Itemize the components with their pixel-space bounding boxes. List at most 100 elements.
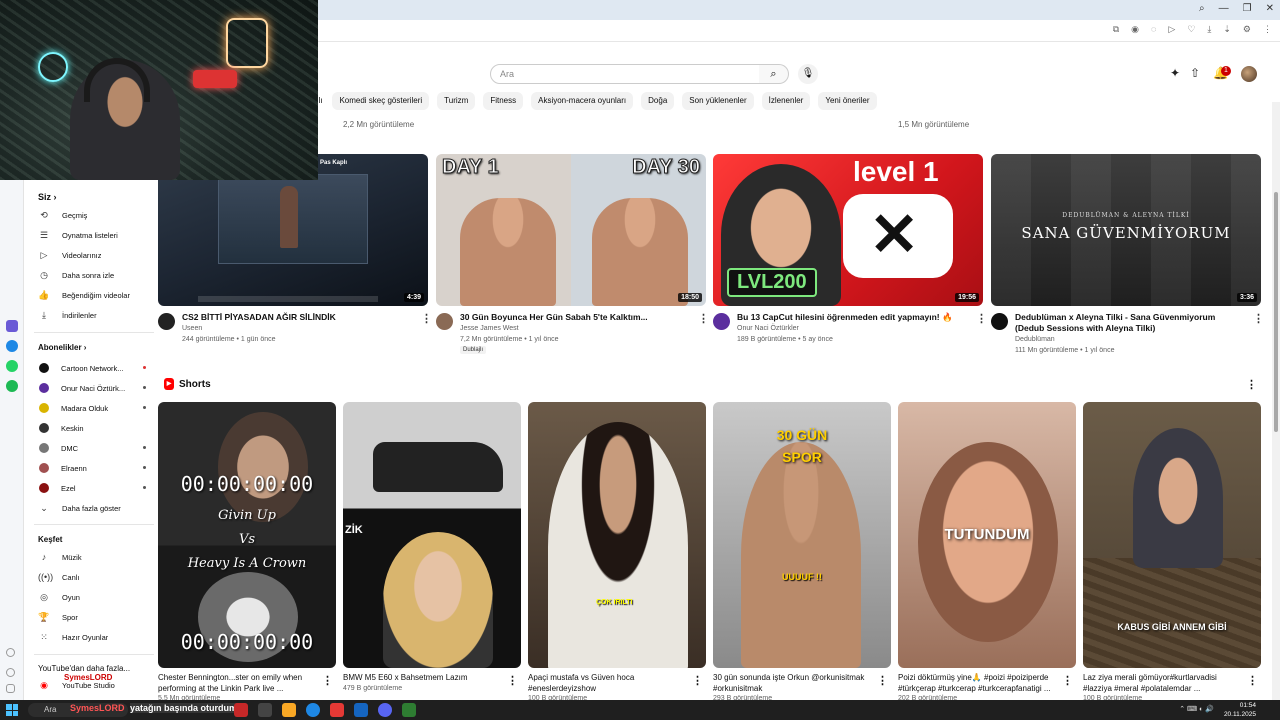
channel-avatar[interactable] (436, 313, 453, 330)
video-thumbnail[interactable]: DAY 1 DAY 30 18:50 (436, 154, 706, 306)
show-more-button[interactable]: ⌄ Daha fazla göster (38, 499, 154, 517)
short-thumbnail[interactable]: 30 GÜN SPOR UUUUF !! (713, 402, 891, 668)
short-title[interactable]: Apaçi mustafa vs Güven hoca #eneslerdeyi… (528, 672, 688, 694)
spotify-icon[interactable] (6, 380, 18, 392)
video-thumbnail[interactable]: DEDUBLÜMAN & ALEYNA TİLKİ SANA GÜVENMİYO… (991, 154, 1261, 306)
screenshot-icon[interactable]: ⧉ (1113, 24, 1119, 35)
chip[interactable]: Aksiyon-macera oyunları (531, 92, 634, 110)
more-icon[interactable]: ⋮ (507, 674, 518, 687)
channel-name[interactable]: Jesse James West (460, 325, 519, 332)
guide-item-history[interactable]: ⟲ Geçmiş (38, 206, 154, 224)
app-icon[interactable] (234, 703, 248, 717)
chip[interactable]: Fitness (483, 92, 524, 110)
short-title[interactable]: Poizi döktürmüş yine🙏 #poizi #poiziperde… (898, 672, 1058, 694)
channel-name[interactable]: Onur Naci Öztürkler (737, 325, 799, 332)
app-icon[interactable] (258, 703, 272, 717)
guide-item-downloads[interactable]: ⤓ İndirilenler (38, 306, 154, 324)
more-icon[interactable]: ⋮ (1247, 674, 1258, 687)
clock[interactable]: 01:54 20.11.2025 (1224, 701, 1256, 719)
short-title[interactable]: Laz ziya merali gömüyor#kurtlarvadisi #l… (1083, 672, 1243, 694)
app-icon[interactable] (330, 703, 344, 717)
short-thumbnail[interactable]: TUTUNDUM (898, 402, 1076, 668)
sub-item[interactable]: Keskin (38, 419, 154, 437)
whatsapp-icon[interactable] (6, 360, 18, 372)
settings-icon[interactable] (6, 684, 15, 693)
upload-icon[interactable]: ⇧ (1190, 66, 1200, 80)
camera-icon[interactable]: ◉ (1131, 24, 1139, 35)
sub-item[interactable]: Elraenn (38, 459, 154, 477)
more-icon[interactable]: ⋮ (1246, 378, 1257, 391)
short-title[interactable]: Chester Bennington...ster on emily when … (158, 672, 318, 694)
guide-you-link[interactable]: Siz › (38, 192, 57, 202)
create-icon[interactable]: ✦ (1170, 66, 1180, 80)
sub-item[interactable]: Onur Naci Öztürk... (38, 379, 154, 397)
short-title[interactable]: 30 gün sonunda işte Orkun @orkunisitmak … (713, 672, 873, 694)
search-input[interactable]: Ara (490, 64, 760, 84)
minimize-button[interactable]: — (1219, 3, 1229, 14)
history-icon[interactable] (6, 668, 15, 677)
more-icon[interactable]: ⋮ (976, 312, 987, 325)
explore-item-music[interactable]: ♪ Müzik (38, 548, 154, 566)
scrollbar-thumb[interactable] (1274, 192, 1278, 432)
explore-item-live[interactable]: ((•)) Canlı (38, 568, 154, 586)
short-thumbnail[interactable]: KABUS GİBİ ANNEM GİBİ (1083, 402, 1261, 668)
short-thumbnail[interactable]: 00:00:00:00 Givin Up Vs Heavy Is A Crown… (158, 402, 336, 668)
explore-item-sports[interactable]: 🏆 Spor (38, 608, 154, 626)
channel-avatar[interactable] (713, 313, 730, 330)
discord-icon[interactable] (378, 703, 392, 717)
system-tray[interactable]: ⌃ ⌨ ◐ 🔊 (1179, 705, 1214, 713)
arrow-icon[interactable]: ⇣ (1223, 24, 1231, 35)
channel-avatar[interactable] (158, 313, 175, 330)
settings-icon[interactable]: ⚙ (1243, 24, 1251, 35)
chip[interactable]: Turizm (437, 92, 476, 110)
video-thumbnail[interactable]: level 1 LVL200 19:56 (713, 154, 983, 306)
guide-item-watch-later[interactable]: ◷ Daha sonra izle (38, 266, 154, 284)
start-button[interactable] (6, 704, 18, 716)
short-title[interactable]: BMW M5 E60 x Bahsetmem Lazım (343, 672, 503, 683)
chip[interactable]: Doğa (641, 92, 675, 110)
sub-item[interactable]: Madara Olduk (38, 399, 154, 417)
explore-item-gaming[interactable]: ◎ Oyun (38, 588, 154, 606)
app-icon[interactable] (402, 703, 416, 717)
more-icon[interactable]: ⋮ (1253, 312, 1264, 325)
scrollbar[interactable] (1272, 102, 1280, 700)
menu-icon[interactable]: ⋮ (1263, 24, 1272, 35)
folder-icon[interactable] (282, 703, 296, 717)
short-thumbnail[interactable]: ÇOK IRILTI (528, 402, 706, 668)
more-icon[interactable]: ⋮ (421, 312, 432, 325)
short-thumbnail[interactable]: ZİK (343, 402, 521, 668)
browser-icon[interactable] (306, 703, 320, 717)
video-title[interactable]: Bu 13 CapCut hilesini öğrenmeden edit ya… (737, 312, 977, 323)
guide-item-your-videos[interactable]: ▷ Videolarınız (38, 246, 154, 264)
search-icon[interactable]: ⌕ (1199, 3, 1205, 14)
more-icon[interactable]: ⋮ (877, 674, 888, 687)
chip[interactable]: Komedi skeç gösterileri (332, 92, 430, 110)
explore-item-playables[interactable]: ⁙ Hazır Oyunlar (38, 628, 154, 646)
download-icon[interactable]: ⤓ (1207, 24, 1211, 35)
sub-item[interactable]: Ezel (38, 479, 154, 497)
chip[interactable]: Yeni öneriler (818, 92, 877, 110)
shield-icon[interactable]: ◌ (1151, 24, 1156, 35)
messenger-icon[interactable] (6, 340, 18, 352)
more-icon[interactable]: ⋮ (692, 674, 703, 687)
channel-name[interactable]: Dedublüman (1015, 336, 1055, 343)
guide-item-playlists[interactable]: ☰ Oynatma listeleri (38, 226, 154, 244)
search-button[interactable]: ⌕ (759, 64, 789, 84)
sub-item[interactable]: DMC (38, 439, 154, 457)
video-title[interactable]: 30 Gün Boyunca Her Gün Sabah 5'te Kalktı… (460, 312, 700, 323)
play-icon[interactable]: ▷ (1168, 24, 1175, 35)
chip[interactable]: Son yüklenenler (682, 92, 754, 110)
close-button[interactable]: ✕ (1266, 3, 1274, 14)
video-title[interactable]: Dedublüman x Aleyna Tilki - Sana Güvenmi… (1015, 312, 1245, 334)
heart-icon[interactable] (6, 648, 15, 657)
sub-item[interactable]: Cartoon Network... (38, 359, 154, 377)
steam-icon[interactable] (354, 703, 368, 717)
more-icon[interactable]: ⋮ (698, 312, 709, 325)
guide-subscriptions-link[interactable]: Abonelikler › (38, 343, 86, 352)
channel-avatar[interactable] (991, 313, 1008, 330)
more-icon[interactable]: ⋮ (322, 674, 333, 687)
heart-icon[interactable]: ♡ (1187, 24, 1195, 35)
avatar[interactable] (1241, 66, 1257, 82)
chip[interactable]: İzlenenler (761, 92, 811, 110)
video-title[interactable]: CS2 BİTTİ PİYASADAN AĞIR SİLİNDİK (182, 312, 422, 323)
